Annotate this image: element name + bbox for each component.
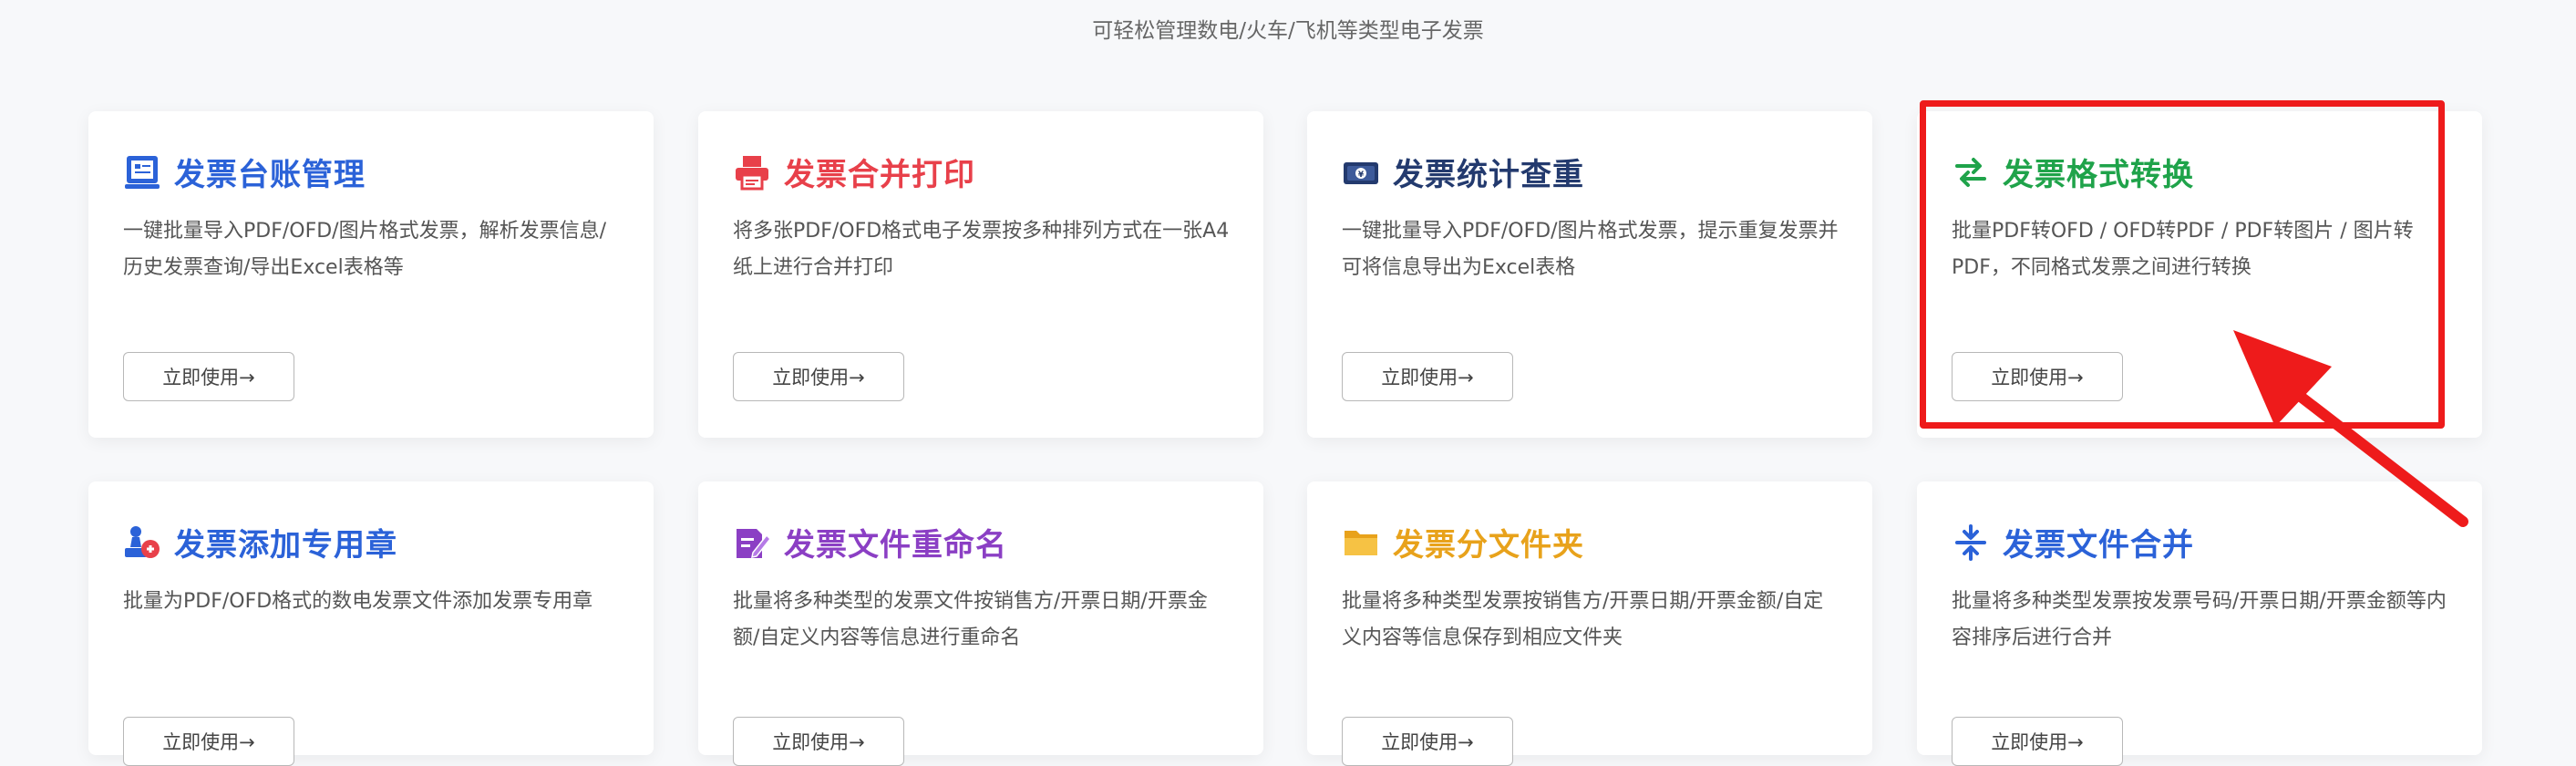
card-invoice-add-stamp[interactable]: 发票添加专用章 批量为PDF/OFD格式的数电发票文件添加发票专用章 立即使用→ — [88, 481, 654, 766]
card-title: 发票分文件夹 — [1393, 527, 1584, 564]
card-description: 批量将多种类型发票按发票号码/开票日期/开票金额等内容排序后进行合并 — [1952, 590, 2447, 649]
merge-icon — [1955, 523, 1986, 561]
folder-icon — [1345, 530, 1377, 555]
card-title: 发票合并打印 — [784, 157, 975, 193]
use-now-button[interactable]: 立即使用→ — [1342, 352, 1513, 401]
use-now-button[interactable]: 立即使用→ — [123, 352, 294, 401]
card-title: 发票台账管理 — [174, 157, 366, 193]
use-now-button[interactable]: 立即使用→ — [1342, 717, 1513, 766]
card-invoice-ledger[interactable]: 发票台账管理 一键批量导入PDF/OFD/图片格式发票，解析发票信息/历史发票查… — [88, 111, 654, 438]
card-title: 发票文件重命名 — [784, 527, 1007, 564]
use-now-button[interactable]: 立即使用→ — [123, 717, 294, 766]
card-title: 发票添加专用章 — [174, 527, 397, 564]
card-description: 批量将多种类型的发票文件按销售方/开票日期/开票金额/自定义内容等信息进行重命名 — [733, 590, 1208, 649]
card-header: 发票台账管理 — [123, 150, 366, 194]
use-now-button[interactable]: 立即使用→ — [1952, 717, 2123, 766]
card-header: 发票文件重命名 — [733, 520, 1007, 564]
edit-file-icon — [737, 528, 771, 558]
card-invoice-folder-sort[interactable]: 发票分文件夹 批量将多种类型发票按销售方/开票日期/开票金额/自定义内容等信息保… — [1307, 481, 1872, 766]
card-description: 一键批量导入PDF/OFD/图片格式发票，解析发票信息/历史发票查询/导出Exc… — [123, 220, 607, 279]
card-description: 批量为PDF/OFD格式的数电发票文件添加发票专用章 — [123, 590, 593, 613]
page-subtitle: 可轻松管理数电/火车/飞机等类型电子发票 — [1092, 19, 1484, 43]
card-title: 发票文件合并 — [2003, 527, 2194, 564]
printer-icon — [736, 155, 768, 190]
stamp-icon — [125, 525, 160, 558]
card-header: 发票文件合并 — [1952, 520, 2194, 564]
card-header: ¥ 发票统计查重 — [1342, 150, 1584, 194]
annotation-arrow-icon — [2233, 330, 2468, 527]
card-invoice-merge-print[interactable]: 发票合并打印 将多张PDF/OFD格式电子发票按多种排列方式在一张A4纸上进行合… — [698, 111, 1263, 438]
card-description: 一键批量导入PDF/OFD/图片格式发票，提示重复发票并可将信息导出为Excel… — [1342, 220, 1839, 279]
card-header: 发票分文件夹 — [1342, 520, 1584, 564]
card-description: 批量将多种类型发票按销售方/开票日期/开票金额/自定义内容等信息保存到相应文件夹 — [1342, 590, 1824, 649]
card-header: 发票添加专用章 — [123, 520, 397, 564]
use-now-button[interactable]: 立即使用→ — [733, 717, 904, 766]
cash-stack-icon: ¥ — [1344, 161, 1378, 184]
use-now-button[interactable]: 立即使用→ — [733, 352, 904, 401]
card-description: 将多张PDF/OFD格式电子发票按多种排列方式在一张A4纸上进行合并打印 — [733, 220, 1230, 279]
ledger-icon — [125, 155, 160, 189]
card-header: 发票合并打印 — [733, 150, 975, 194]
svg-text:¥: ¥ — [1358, 171, 1365, 180]
card-title: 发票统计查重 — [1393, 157, 1584, 193]
card-invoice-stats-dedup[interactable]: ¥ 发票统计查重 一键批量导入PDF/OFD/图片格式发票，提示重复发票并可将信… — [1307, 111, 1872, 438]
card-invoice-file-rename[interactable]: 发票文件重命名 批量将多种类型的发票文件按销售方/开票日期/开票金额/自定义内容… — [698, 481, 1263, 766]
